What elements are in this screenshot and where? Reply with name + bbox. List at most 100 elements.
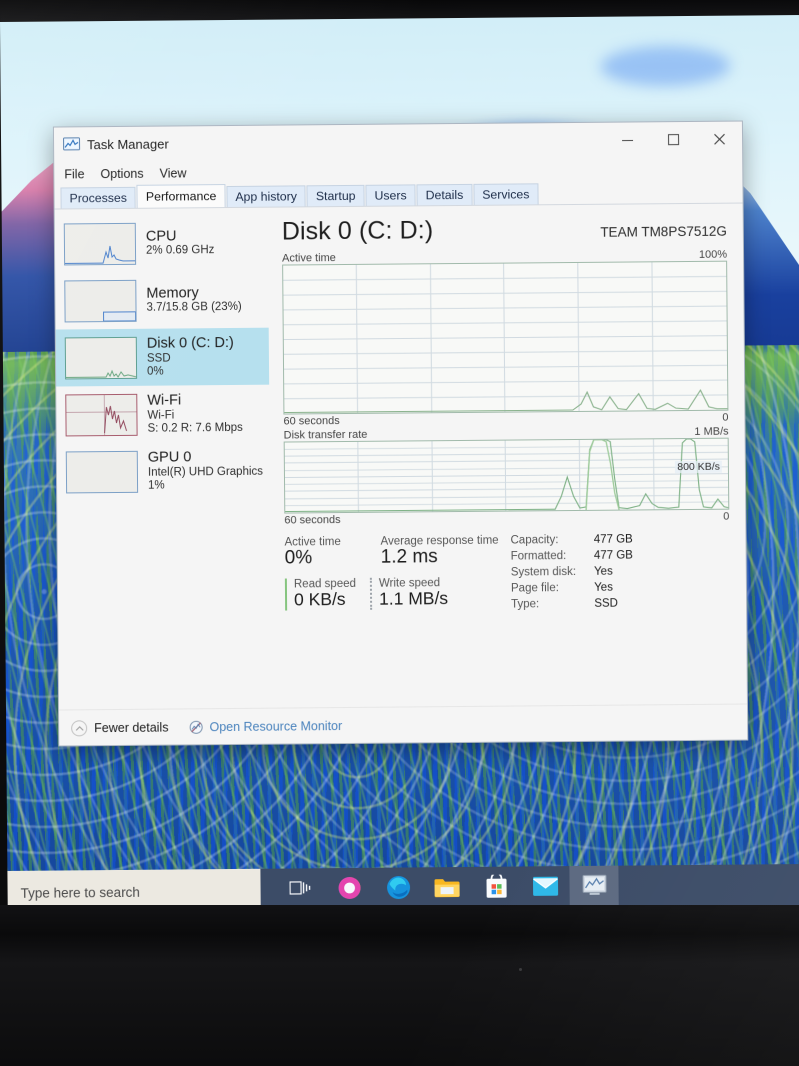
active-time-graph-title: Active time — [282, 252, 336, 265]
sidebar-sub-memory: 3.7/15.8 GB (23%) — [146, 301, 242, 314]
deck-detail-dot — [519, 968, 522, 971]
table-row: System disk: Yes — [511, 565, 633, 582]
formatted-label: Formatted: — [510, 550, 567, 563]
sidebar-label-gpu-0: GPU 0 — [147, 449, 192, 466]
open-resource-monitor-link[interactable]: Open Resource Monitor — [189, 719, 342, 734]
page-title: Disk 0 (C: D:) — [281, 216, 434, 246]
task-manager-window: Task Manager File Options View Processes… — [52, 120, 749, 747]
chevron-up-circle-icon — [71, 719, 88, 736]
tab-startup[interactable]: Startup — [306, 184, 365, 207]
read-speed-value: 0 KB/s — [293, 589, 346, 610]
file-explorer-icon — [433, 876, 460, 903]
write-speed-value: 1.1 MB/s — [378, 588, 449, 609]
table-row: Formatted: 477 GB — [511, 549, 633, 566]
table-row: Type: SSD — [511, 597, 633, 614]
laptop-screen: Task Manager File Options View Processes… — [0, 15, 799, 915]
cortana-icon — [336, 874, 362, 905]
window-body: CPU 2% 0.69 GHz Memory 3.7/15.8 GB (23%)… — [54, 204, 748, 746]
page-file-value: Yes — [594, 581, 613, 594]
edge-icon — [385, 874, 411, 905]
active-time-graph-time: 60 seconds — [283, 415, 340, 428]
read-speed-stat: Read speed 0 KB/s — [284, 577, 371, 611]
transfer-rate-graph-time: 60 seconds — [284, 514, 341, 527]
tab-users[interactable]: Users — [365, 184, 416, 206]
transfer-rate-graph: 800 KB/s — [283, 437, 730, 514]
sidebar-sub-gpu-usage: 1% — [147, 479, 165, 492]
disk-thumbnail-graph — [64, 336, 138, 379]
active-time-stat-value: 0% — [284, 547, 313, 569]
disk-properties-table: Capacity: 477 GB Formatted: 477 GB Syste… — [510, 533, 633, 614]
sidebar-item-wifi[interactable]: Wi-Fi Wi-Fi S: 0.2 R: 7.6 Mbps — [56, 385, 269, 444]
sidebar-sub-wifi-type: Wi-Fi — [147, 409, 175, 422]
sidebar-item-cpu[interactable]: CPU 2% 0.69 GHz — [55, 214, 268, 273]
type-label: Type: — [511, 598, 540, 611]
active-time-graph — [282, 260, 729, 415]
sidebar-item-memory[interactable]: Memory 3.7/15.8 GB (23%) — [55, 271, 268, 330]
tab-app-history[interactable]: App history — [226, 185, 306, 208]
transfer-rate-graph-footer: 60 seconds 0 — [284, 511, 729, 527]
tab-details[interactable]: Details — [416, 183, 473, 206]
window-controls — [604, 122, 742, 158]
transfer-rate-graph-title: Disk transfer rate — [283, 428, 368, 442]
window-titlebar[interactable]: Task Manager — [53, 121, 743, 163]
page-file-label: Page file: — [510, 582, 559, 595]
resource-monitor-icon — [189, 720, 204, 734]
capacity-label: Capacity: — [510, 534, 559, 547]
laptop-photo: Task Manager File Options View Processes… — [0, 0, 799, 1066]
avg-response-stat-value: 1.2 ms — [380, 546, 438, 568]
active-time-graph-footer: 60 seconds 0 — [283, 412, 728, 428]
tab-performance[interactable]: Performance — [136, 184, 226, 208]
task-manager-taskbar-button[interactable] — [569, 865, 619, 911]
minimize-button[interactable] — [604, 122, 650, 157]
sidebar-label-wifi: Wi-Fi — [147, 392, 182, 409]
gpu-thumbnail-graph — [65, 450, 139, 493]
maximize-button[interactable] — [650, 122, 696, 157]
task-view-icon — [289, 879, 311, 901]
sidebar-item-disk-0[interactable]: Disk 0 (C: D:) SSD 0% — [55, 327, 270, 387]
system-disk-value: Yes — [593, 565, 613, 578]
stats-primary-column: Active time 0% Average response time 1.2… — [285, 535, 504, 617]
write-speed-stat: Write speed 1.1 MB/s — [369, 576, 491, 610]
performance-sidebar: CPU 2% 0.69 GHz Memory 3.7/15.8 GB (23%)… — [54, 207, 273, 746]
task-manager-icon — [63, 137, 81, 152]
wifi-thumbnail-graph — [65, 393, 138, 436]
active-time-graph-max: 100% — [698, 248, 728, 261]
search-placeholder: Type here to search — [20, 884, 140, 901]
window-title: Task Manager — [87, 136, 169, 153]
laptop-deck — [0, 905, 799, 1066]
mail-button[interactable] — [520, 866, 569, 910]
resource-monitor-label: Open Resource Monitor — [209, 718, 343, 734]
menu-item-file[interactable]: File — [64, 167, 84, 181]
transfer-rate-graph-max: 1 MB/s — [694, 425, 729, 438]
sidebar-sub-cpu: 2% 0.69 GHz — [145, 244, 215, 257]
disk-model-label: TEAM TM8PS7512G — [600, 223, 727, 240]
capacity-value: 477 GB — [593, 533, 633, 546]
menu-item-view[interactable]: View — [160, 166, 187, 180]
sidebar-sub-disk-type: SSD — [146, 352, 171, 365]
tab-services[interactable]: Services — [473, 183, 539, 205]
sidebar-sub-disk-usage: 0% — [147, 365, 164, 378]
sidebar-label-memory: Memory — [146, 284, 199, 302]
sidebar-item-gpu-0[interactable]: GPU 0 Intel(R) UHD Graphics 1% — [57, 442, 270, 501]
sidebar-sub-gpu-model: Intel(R) UHD Graphics — [147, 465, 264, 479]
transfer-rate-graph-min: 0 — [723, 510, 730, 523]
table-row: Page file: Yes — [511, 581, 633, 598]
tab-processes[interactable]: Processes — [60, 186, 137, 209]
performance-detail-pane: Disk 0 (C: D:) TEAM TM8PS7512G Active ti… — [268, 204, 748, 744]
window-footer: Fewer details Open Resource Monitor — [59, 703, 748, 746]
transfer-rate-tooltip: 800 KB/s — [675, 460, 722, 474]
active-time-graph-min: 0 — [722, 411, 729, 424]
mail-icon — [532, 876, 558, 901]
fewer-details-button[interactable]: Fewer details — [71, 719, 169, 736]
disk-statistics: Active time 0% Average response time 1.2… — [285, 533, 731, 617]
cpu-thumbnail-graph — [63, 222, 137, 265]
memory-thumbnail-graph — [64, 279, 137, 322]
menu-item-options[interactable]: Options — [100, 167, 143, 181]
system-disk-label: System disk: — [510, 565, 577, 579]
task-manager-taskbar-icon — [581, 874, 607, 901]
fewer-details-label: Fewer details — [94, 720, 169, 735]
microsoft-store-icon — [485, 871, 507, 903]
sidebar-sub-wifi-speed: S: 0.2 R: 7.6 Mbps — [147, 421, 243, 435]
close-button[interactable] — [696, 122, 742, 157]
sidebar-label-cpu: CPU — [145, 228, 177, 245]
